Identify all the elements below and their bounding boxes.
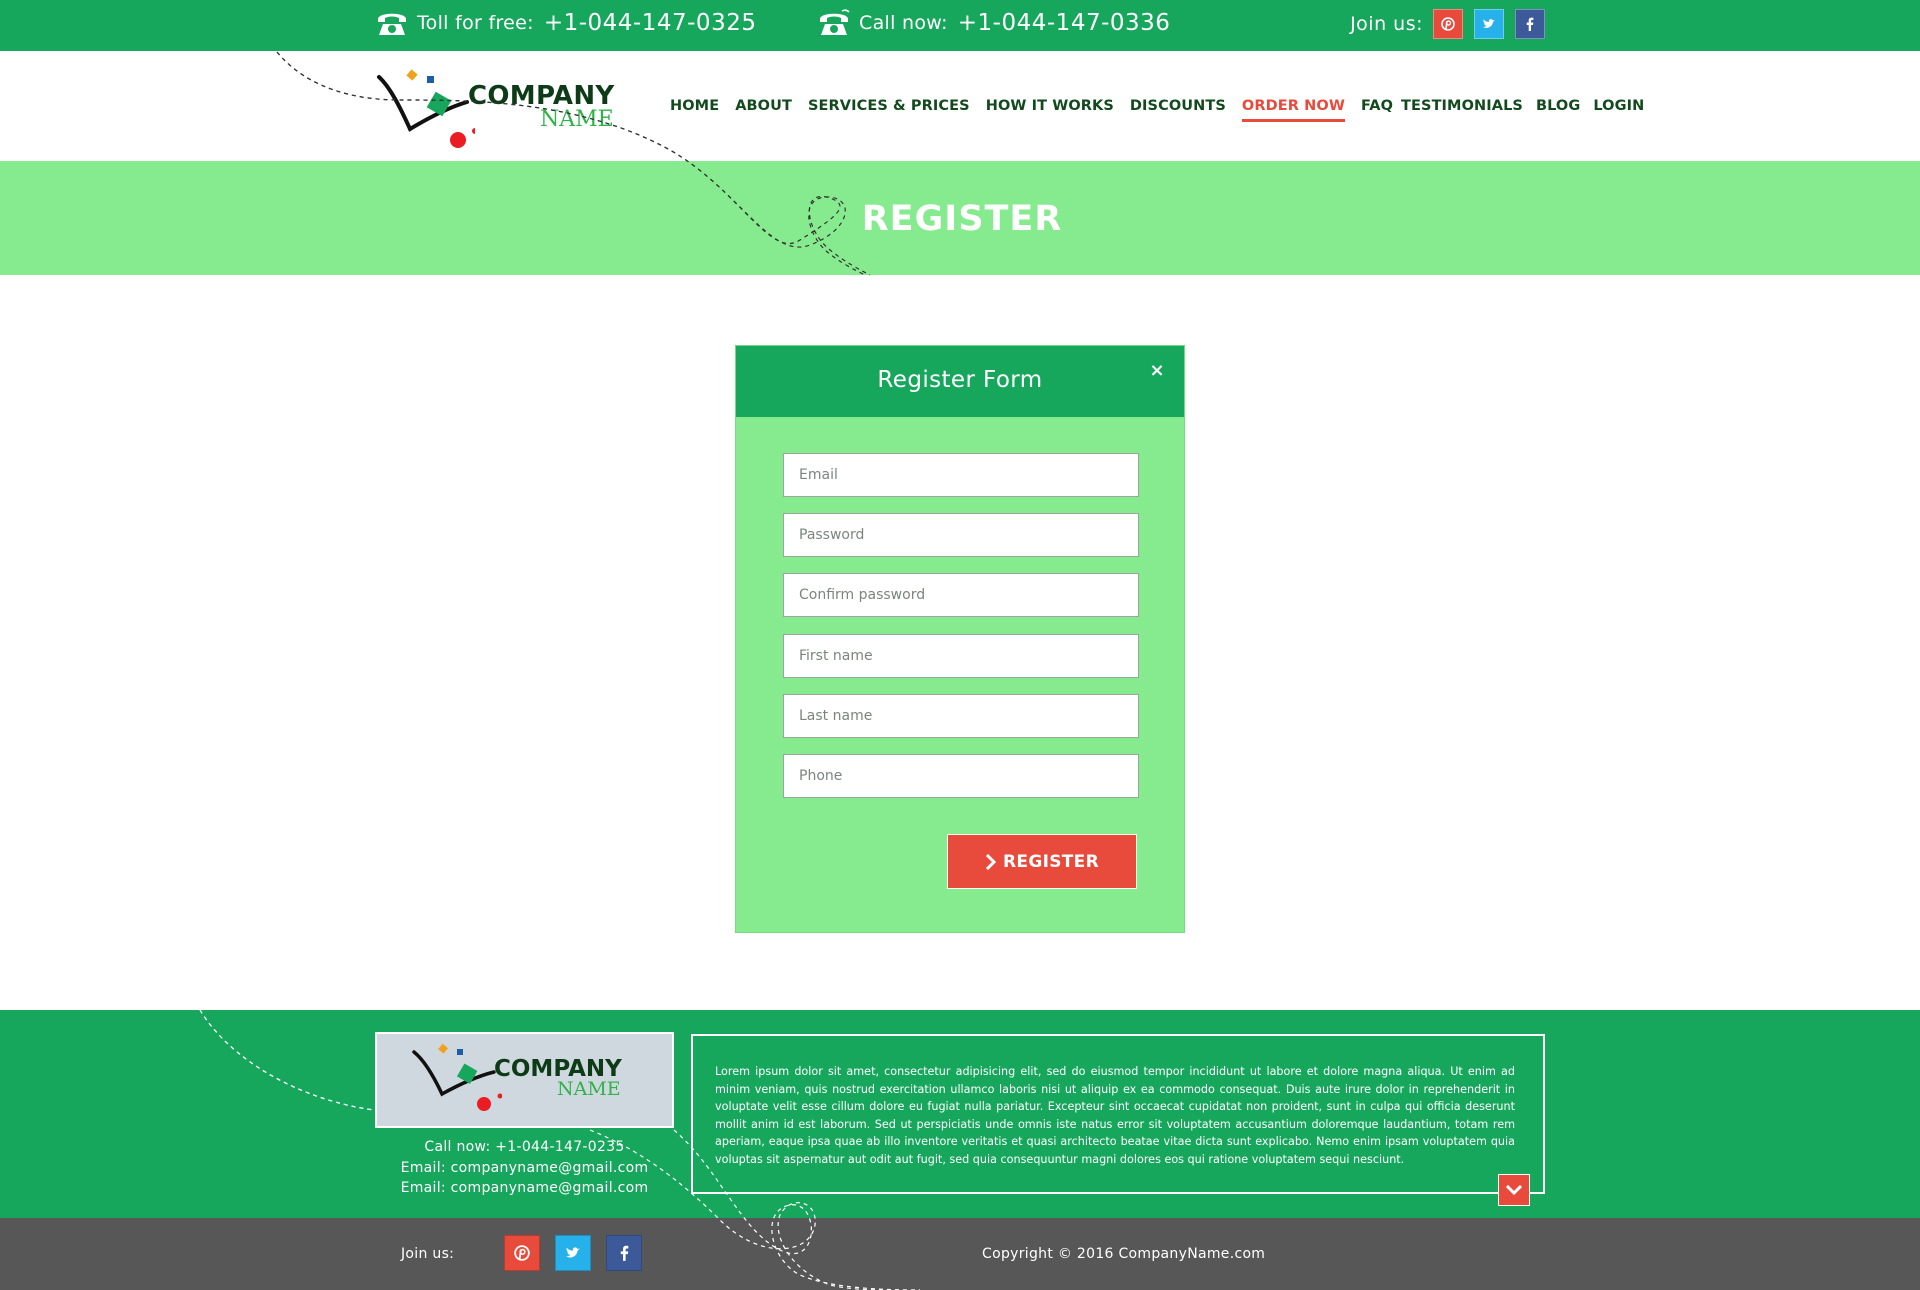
call-now-number[interactable]: +1-044-147-0336 <box>958 10 1171 36</box>
page-banner: REGISTER <box>0 161 1920 275</box>
password-field[interactable] <box>783 513 1139 557</box>
first-name-field[interactable] <box>783 634 1139 678</box>
facebook-icon[interactable] <box>1515 9 1545 39</box>
twitter-icon[interactable] <box>555 1235 591 1271</box>
nav-order-now[interactable]: ORDER NOW <box>1241 98 1345 122</box>
toll-free-group: Toll for free: +1-044-147-0325 <box>375 8 756 38</box>
footer-logo-name: NAME <box>557 1078 621 1100</box>
footer-logo-mark-icon <box>412 1043 502 1111</box>
register-button[interactable]: REGISTER <box>947 834 1137 889</box>
nav-services-prices[interactable]: SERVICES & PRICES <box>808 98 970 122</box>
phone-ringing-icon <box>820 9 850 35</box>
footer-social <box>504 1235 642 1271</box>
register-form: Register Form × REGISTER <box>735 345 1185 933</box>
footer-logo[interactable]: COMPANY NAME <box>412 1042 652 1122</box>
nav-testimonials[interactable]: TESTIMONIALS <box>1401 98 1523 122</box>
call-now-group: Call now: +1-044-147-0336 <box>817 8 1170 38</box>
pinterest-icon[interactable] <box>504 1235 540 1271</box>
nav-blog[interactable]: BLOG <box>1536 98 1580 122</box>
register-button-label: REGISTER <box>1003 851 1099 872</box>
page-title: REGISTER <box>861 199 1063 239</box>
nav-how-it-works[interactable]: HOW IT WORKS <box>986 98 1114 122</box>
register-form-header: Register Form × <box>736 346 1184 417</box>
footer-call: Call now: +1-044-147-0235 <box>424 1139 625 1155</box>
twitter-icon[interactable] <box>1474 9 1504 39</box>
chevron-down-icon[interactable] <box>1498 1174 1530 1206</box>
logo-name-text: NAME <box>540 107 614 132</box>
logo-mark-icon <box>377 69 475 148</box>
footer-email-1[interactable]: Email: companyname@gmail.com <box>375 1158 674 1178</box>
nav-home[interactable]: HOME <box>670 98 719 122</box>
footer-about-text: Lorem ipsum dolor sit amet, consectetur … <box>715 1065 1515 1166</box>
company-logo[interactable]: COMPANY NAME <box>375 67 625 157</box>
pinterest-icon[interactable] <box>1433 9 1463 39</box>
last-name-field[interactable] <box>783 694 1139 738</box>
phone-field[interactable] <box>783 754 1139 798</box>
footer-about-box: Lorem ipsum dolor sit amet, consectetur … <box>691 1034 1545 1206</box>
join-us-top: Join us: <box>1350 9 1545 39</box>
top-bar: Toll for free: +1-044-147-0325 Call now:… <box>0 0 1920 51</box>
footer-contact: Call now: +1-044-147-0235 Email: company… <box>375 1137 674 1198</box>
nav-login[interactable]: LOGIN <box>1593 98 1644 122</box>
facebook-icon[interactable] <box>606 1235 642 1271</box>
confirm-password-field[interactable] <box>783 573 1139 617</box>
email-field[interactable] <box>783 453 1139 497</box>
nav-faq[interactable]: FAQ <box>1361 98 1393 122</box>
bottom-bar: Join us: Copyright © 2016 CompanyName.co… <box>0 1218 1920 1290</box>
join-us-label: Join us: <box>1350 13 1423 35</box>
register-form-title: Register Form <box>877 367 1043 393</box>
footer-logo-box: COMPANY NAME <box>375 1032 674 1128</box>
copyright-text: Copyright © 2016 CompanyName.com <box>982 1246 1266 1262</box>
main-nav: HOME ABOUT SERVICES & PRICES HOW IT WORK… <box>670 98 1660 122</box>
site-footer: COMPANY NAME Call now: +1-044-147-0235 E… <box>0 1010 1920 1218</box>
phone-icon <box>378 13 406 35</box>
site-header: COMPANY NAME HOME ABOUT SERVICES & PRICE… <box>0 51 1920 161</box>
call-now-label: Call now: <box>859 12 948 34</box>
close-icon[interactable]: × <box>1146 360 1168 382</box>
footer-email-2[interactable]: Email: companyname@gmail.com <box>375 1178 674 1198</box>
toll-free-number[interactable]: +1-044-147-0325 <box>544 10 757 36</box>
nav-about[interactable]: ABOUT <box>735 98 792 122</box>
footer-join-us-label: Join us: <box>401 1246 455 1262</box>
chevron-right-icon <box>985 853 997 870</box>
nav-discounts[interactable]: DISCOUNTS <box>1130 98 1226 122</box>
toll-free-label: Toll for free: <box>417 12 534 34</box>
